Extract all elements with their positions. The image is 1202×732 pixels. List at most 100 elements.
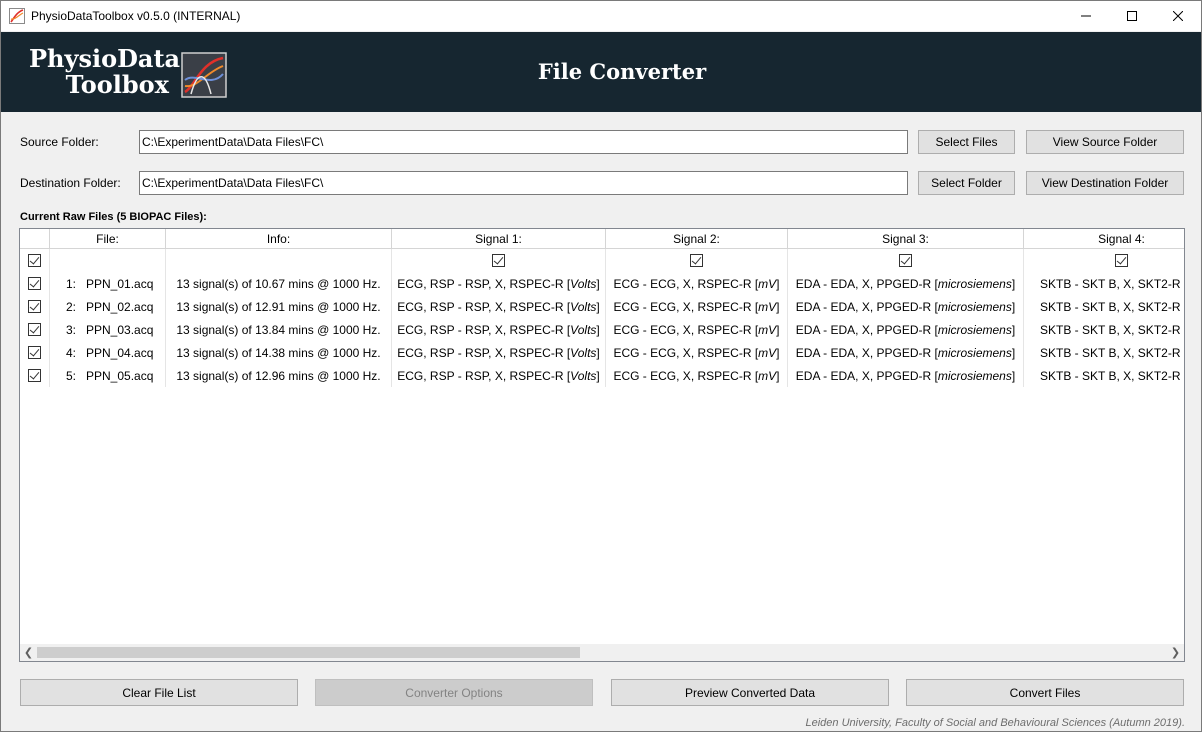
signal-2-select-checkbox[interactable] [690,254,703,267]
signal-1-unit: Volts [570,276,597,291]
signal-2-name: ECG - ECG, X, RSPEC-R [613,276,752,291]
column-header-signal-4[interactable]: Signal 4: [1024,229,1184,249]
minimize-button[interactable] [1063,1,1109,31]
signal-4-select-checkbox[interactable] [1115,254,1128,267]
column-header-signal-1[interactable]: Signal 1: [392,229,606,249]
row-index: 1: [65,276,76,291]
column-header-signal-2[interactable]: Signal 2: [606,229,788,249]
signal-4-text: SKTB - SKT B, X, SKT2-R [Â° [1040,299,1185,314]
minimize-icon [1081,15,1091,17]
signal-3-text: EDA - EDA, X, PPGED-R [microsiemens] [795,322,1016,337]
row-checkbox[interactable] [28,369,41,382]
file-info: 13 signal(s) of 13.84 mins @ 1000 Hz. [176,322,381,337]
converter-options-button[interactable]: Converter Options [315,679,593,706]
file-name: PPN_04.acq [86,345,154,360]
file-info: 13 signal(s) of 14.38 mins @ 1000 Hz. [176,345,381,360]
signal-4-text: SKTB - SKT B, X, SKT2-R [Â° [1040,276,1185,291]
select-folder-button[interactable]: Select Folder [918,171,1015,195]
table-row[interactable]: 4: PPN_04.acq 13 signal(s) of 14.38 mins @… [20,341,1185,364]
signal-2-unit: mV [758,322,777,337]
source-folder-input[interactable]: C:\ExperimentData\Data Files\FC\ [139,130,908,154]
header-banner: PhysioData Toolbox File Converter [1,32,1201,112]
close-button[interactable] [1155,1,1201,31]
source-folder-label: Source Folder: [20,135,99,149]
signal-1-name: ECG, RSP - RSP, X, RSPEC-R [397,299,564,314]
row-checkbox[interactable] [28,346,41,359]
signal-1-unit: Volts [570,322,597,337]
table-row[interactable]: 5: PPN_05.acq 13 signal(s) of 12.96 mins @… [20,364,1185,387]
select-files-button[interactable]: Select Files [918,130,1015,154]
clear-file-list-button[interactable]: Clear File List [20,679,298,706]
signal-1-text: ECG, RSP - RSP, X, RSPEC-R [Volts] [397,299,600,314]
page-title: File Converter [537,59,707,84]
signal-3-text: EDA - EDA, X, PPGED-R [microsiemens] [795,368,1016,383]
preview-converted-data-button[interactable]: Preview Converted Data [611,679,889,706]
signal-3-unit: microsiemens [937,345,1012,360]
app-window: PhysioDataToolbox v0.5.0 (INTERNAL) Phys… [0,0,1202,732]
signal-1-unit: Volts [570,299,597,314]
signal-3-text: EDA - EDA, X, PPGED-R [microsiemens] [795,276,1016,291]
app-logo-icon [9,8,25,24]
signal-2-name: ECG - ECG, X, RSPEC-R [613,322,752,337]
footer-credit: Leiden University, Faculty of Social and… [805,717,1186,729]
signal-3-name: EDA - EDA, X, PPGED-R [795,322,932,337]
destination-folder-label: Destination Folder: [20,176,121,190]
table-row[interactable]: 3: PPN_03.acq 13 signal(s) of 13.84 mins @… [20,318,1184,341]
table-row[interactable]: 2: PPN_02.acq 13 signal(s) of 12.91 mins @… [20,295,1185,318]
file-info: 13 signal(s) of 12.96 mins @ 1000 Hz. [176,368,381,383]
view-destination-folder-button[interactable]: View Destination Folder [1026,171,1184,195]
signal-1-unit: Volts [570,368,597,383]
signal-2-text: ECG - ECG, X, RSPEC-R [mV] [613,368,780,383]
file-info: 13 signal(s) of 12.91 mins @ 1000 Hz. [176,299,381,314]
signal-2-text: ECG - ECG, X, RSPEC-R [mV] [613,299,780,314]
row-index: 2: [65,299,76,314]
column-header-file[interactable]: File: [50,229,166,249]
column-header-signal-3[interactable]: Signal 3: [788,229,1024,249]
signal-3-name: EDA - EDA, X, PPGED-R [795,276,932,291]
select-all-checkbox[interactable] [28,254,41,267]
signal-1-text: ECG, RSP - RSP, X, RSPEC-R [Volts] [397,345,600,360]
row-index: 4: [65,345,76,360]
signal-2-unit: mV [758,276,777,291]
row-checkbox[interactable] [28,300,41,313]
signal-1-name: ECG, RSP - RSP, X, RSPEC-R [397,322,564,337]
signal-4-text: SKTB - SKT B, X, SKT2-R [Â° [1040,368,1185,383]
signal-2-name: ECG - ECG, X, RSPEC-R [613,345,752,360]
row-checkbox[interactable] [28,323,41,336]
signal-2-unit: mV [758,299,777,314]
signal-3-unit: microsiemens [937,299,1012,314]
row-checkbox[interactable] [28,277,41,290]
row-index: 5: [65,368,76,383]
signal-1-name: ECG, RSP - RSP, X, RSPEC-R [397,345,564,360]
file-name: PPN_02.acq [86,299,154,314]
column-header-info[interactable]: Info: [166,229,392,249]
scroll-right-icon[interactable]: ❯ [1167,644,1184,661]
signal-1-select-checkbox[interactable] [492,254,505,267]
signal-4-text: SKTB - SKT B, X, SKT2-R [Â° [1040,345,1185,360]
table-row[interactable]: 1: PPN_01.acq 13 signal(s) of 10.67 mins @… [20,272,1185,295]
signal-2-name: ECG - ECG, X, RSPEC-R [613,368,752,383]
row-index: 3: [65,322,76,337]
signal-3-unit: microsiemens [937,276,1012,291]
file-name: PPN_05.acq [86,368,154,383]
file-name: PPN_03.acq [86,322,154,337]
horizontal-scrollbar[interactable]: ❮ ❯ [20,644,1184,661]
signal-3-text: EDA - EDA, X, PPGED-R [microsiemens] [795,345,1016,360]
destination-folder-input[interactable]: C:\ExperimentData\Data Files\FC\ [139,171,908,195]
header-select-cell [20,229,50,249]
file-table: File: Info: Signal 1: Signal 2: Signal 3… [19,228,1185,662]
convert-files-button[interactable]: Convert Files [906,679,1184,706]
signal-3-text: EDA - EDA, X, PPGED-R [microsiemens] [795,299,1016,314]
signal-1-name: ECG, RSP - RSP, X, RSPEC-R [397,276,564,291]
view-source-folder-button[interactable]: View Source Folder [1026,130,1184,154]
signal-2-name: ECG - ECG, X, RSPEC-R [613,299,752,314]
signal-2-unit: mV [758,345,777,360]
maximize-button[interactable] [1109,1,1155,31]
signal-3-select-checkbox[interactable] [899,254,912,267]
scrollbar-thumb[interactable] [37,647,580,658]
signal-3-name: EDA - EDA, X, PPGED-R [795,345,932,360]
signal-1-text: ECG, RSP - RSP, X, RSPEC-R [Volts] [397,276,600,291]
scroll-left-icon[interactable]: ❮ [20,644,37,661]
title-bar: PhysioDataToolbox v0.5.0 (INTERNAL) [1,1,1201,31]
file-list-caption: Current Raw Files (5 BIOPAC Files): [20,211,207,223]
